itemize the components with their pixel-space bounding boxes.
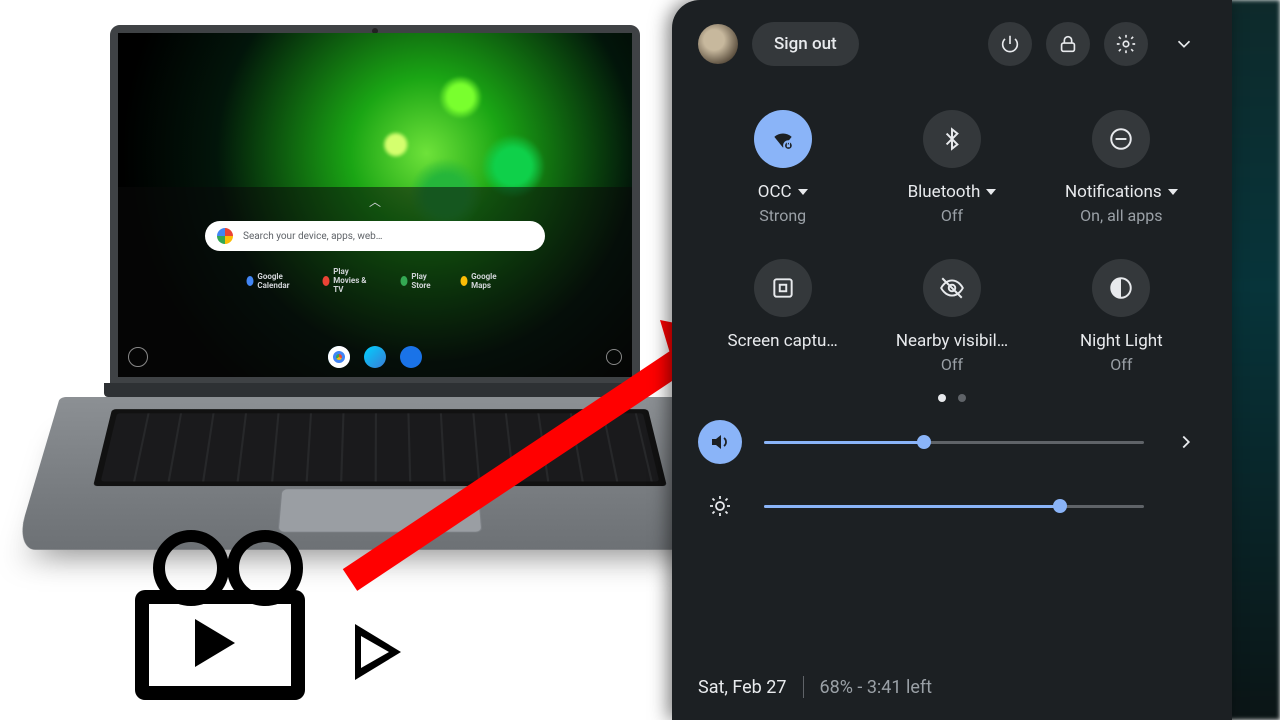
volume-slider[interactable] bbox=[764, 441, 1144, 444]
chromeos-shelf bbox=[118, 337, 632, 377]
settings-button[interactable] bbox=[1104, 22, 1148, 66]
volume-icon bbox=[708, 430, 732, 454]
brightness-icon bbox=[708, 494, 732, 518]
laptop-product-image: ︿ Search your device, apps, web… Google … bbox=[60, 25, 680, 585]
nearby-visibility-tile[interactable]: Nearby visibil… Off bbox=[867, 259, 1036, 374]
status-area-icon[interactable] bbox=[606, 349, 622, 365]
files-icon[interactable] bbox=[400, 346, 422, 368]
quick-settings-panel: Sign out OCC Strong bbox=[672, 0, 1232, 720]
wifi-tile[interactable]: OCC Strong bbox=[698, 110, 867, 225]
launcher-suggestion-row: Google Calendar Play Movies & TV Play St… bbox=[247, 267, 504, 294]
caret-down-icon bbox=[1168, 189, 1178, 195]
caret-down-icon bbox=[798, 189, 808, 195]
wifi-icon bbox=[754, 110, 812, 168]
launcher-search-input[interactable]: Search your device, apps, web… bbox=[205, 221, 545, 251]
play-store-icon[interactable] bbox=[364, 346, 386, 368]
brightness-label-icon bbox=[698, 484, 742, 528]
power-button[interactable] bbox=[988, 22, 1032, 66]
chrome-icon[interactable] bbox=[328, 346, 350, 368]
screen-capture-tile[interactable]: Screen captu… bbox=[698, 259, 867, 374]
sign-out-button[interactable]: Sign out bbox=[752, 22, 859, 66]
caret-down-icon bbox=[986, 189, 996, 195]
volume-toggle[interactable] bbox=[698, 420, 742, 464]
chevron-down-icon bbox=[1173, 33, 1195, 55]
battery-label: 68% - 3:41 left bbox=[820, 677, 933, 698]
lock-button[interactable] bbox=[1046, 22, 1090, 66]
quick-settings-grid: OCC Strong Bluetooth Off Notifications O… bbox=[698, 110, 1206, 374]
user-avatar[interactable] bbox=[698, 24, 738, 64]
date-label: Sat, Feb 27 bbox=[698, 677, 787, 698]
search-placeholder: Search your device, apps, web… bbox=[243, 231, 382, 242]
trackpad bbox=[278, 488, 483, 532]
chevron-up-icon: ︿ bbox=[369, 193, 381, 210]
night-light-icon bbox=[1092, 259, 1150, 317]
notifications-tile[interactable]: Notifications On, all apps bbox=[1037, 110, 1206, 225]
power-icon bbox=[999, 33, 1021, 55]
night-light-tile[interactable]: Night Light Off bbox=[1037, 259, 1206, 374]
status-bar: Sat, Feb 27 68% - 3:41 left bbox=[698, 676, 932, 698]
video-camera-icon bbox=[135, 530, 355, 700]
bluetooth-tile[interactable]: Bluetooth Off bbox=[867, 110, 1036, 225]
chevron-right-icon bbox=[1175, 431, 1197, 453]
launcher-icon[interactable] bbox=[128, 347, 148, 367]
lock-icon bbox=[1057, 33, 1079, 55]
brightness-slider[interactable] bbox=[764, 505, 1144, 508]
grid-pager[interactable] bbox=[698, 394, 1206, 402]
gear-icon bbox=[1115, 33, 1137, 55]
volume-slider-row bbox=[698, 410, 1206, 474]
chromeos-app-drawer: ︿ Search your device, apps, web… Google … bbox=[118, 187, 632, 377]
google-logo-icon bbox=[217, 228, 233, 244]
audio-settings-button[interactable] bbox=[1166, 422, 1206, 462]
visibility-off-icon bbox=[923, 259, 981, 317]
do-not-disturb-icon bbox=[1092, 110, 1150, 168]
collapse-button[interactable] bbox=[1162, 22, 1206, 66]
screen-capture-icon bbox=[754, 259, 812, 317]
brightness-slider-row bbox=[698, 474, 1206, 538]
bluetooth-icon bbox=[923, 110, 981, 168]
